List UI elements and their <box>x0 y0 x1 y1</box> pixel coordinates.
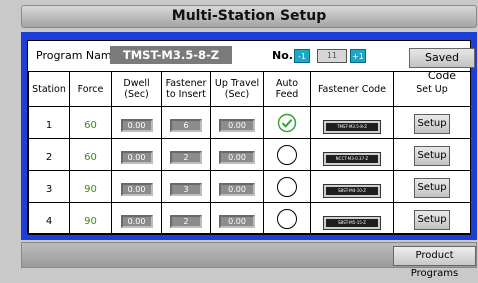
up-travel-field[interactable]: 0.00 <box>219 183 255 196</box>
product-programs-button[interactable]: Product Programs <box>393 246 476 279</box>
program-number-field[interactable]: 11 <box>317 49 347 63</box>
table-row: 2 60 0.00 2 0.00 NCCT-M3-0.37-Z Setup <box>28 138 471 171</box>
fastener-code-field: SBST-M5-15-Z <box>323 215 381 230</box>
col-header-fastener-code: Fastener Code <box>310 71 394 107</box>
table-row: 1 60 0.00 6 0.00 TMST-M3.5-8-Z Setup <box>28 106 471 139</box>
saved-code-button[interactable]: Saved Code <box>409 48 475 82</box>
auto-feed-unchecked-icon[interactable] <box>277 144 297 165</box>
program-name-label: Program Name <box>36 49 119 62</box>
force-value: 60 <box>84 152 97 163</box>
setup-table-container: Program Name TMST-M3.5-8-Z No. -1 11 +1 … <box>27 40 475 235</box>
increment-button[interactable]: +1 <box>350 49 366 63</box>
col-header-auto-feed: Auto Feed <box>263 71 311 107</box>
force-value: 90 <box>84 184 97 195</box>
col-header-set-up: Set Up <box>393 71 471 107</box>
fastener-to-insert-field[interactable]: 6 <box>170 119 202 132</box>
col-header-force: Force <box>69 71 112 107</box>
main-panel: Program Name TMST-M3.5-8-Z No. -1 11 +1 … <box>21 32 477 240</box>
footer-bar: Product Programs <box>21 242 477 279</box>
up-travel-field[interactable]: 0.00 <box>219 215 255 228</box>
fastener-code-field: NCCT-M3-0.37-Z <box>323 151 381 166</box>
col-header-dwell: Dwell (Sec) <box>111 71 162 107</box>
auto-feed-unchecked-icon[interactable] <box>277 176 297 197</box>
decrement-button[interactable]: -1 <box>294 49 310 63</box>
window-title: Multi-Station Setup <box>21 5 477 28</box>
program-number-label: No. <box>272 49 293 62</box>
force-value: 60 <box>84 120 97 131</box>
dwell-field[interactable]: 0.00 <box>120 119 153 132</box>
fastener-to-insert-field[interactable]: 2 <box>170 215 202 228</box>
station-number: 3 <box>45 184 53 195</box>
dwell-field[interactable]: 0.00 <box>120 151 153 164</box>
table-header: Station Force Dwell (Sec) Fastener to In… <box>28 71 471 107</box>
program-name-field[interactable]: TMST-M3.5-8-Z <box>110 46 232 64</box>
col-header-up-travel: Up Travel (Sec) <box>210 71 264 107</box>
dwell-field[interactable]: 0.00 <box>120 183 153 196</box>
fastener-code-field: SBST-M4-10-Z <box>323 183 381 198</box>
col-header-fastener: Fastener to Insert <box>161 71 211 107</box>
fastener-to-insert-field[interactable]: 2 <box>170 151 202 164</box>
setup-button[interactable]: Setup <box>414 114 450 134</box>
table-row: 4 90 0.00 2 0.00 SBST-M5-15-Z Setup <box>28 202 471 235</box>
setup-button[interactable]: Setup <box>414 210 450 230</box>
force-value: 90 <box>84 216 97 227</box>
up-travel-field[interactable]: 0.00 <box>219 151 255 164</box>
up-travel-field[interactable]: 0.00 <box>219 119 255 132</box>
station-number: 2 <box>45 152 53 163</box>
auto-feed-checked-icon[interactable] <box>277 113 297 133</box>
col-header-station: Station <box>28 71 70 107</box>
dwell-field[interactable]: 0.00 <box>120 215 153 228</box>
setup-button[interactable]: Setup <box>414 146 450 166</box>
stations-table: Station Force Dwell (Sec) Fastener to In… <box>28 71 471 235</box>
table-row: 3 90 0.00 3 0.00 SBST-M4-10-Z Setup <box>28 170 471 203</box>
station-number: 4 <box>45 216 53 227</box>
program-row: Program Name TMST-M3.5-8-Z No. -1 11 +1 … <box>28 41 475 82</box>
setup-button[interactable]: Setup <box>414 178 450 198</box>
fastener-to-insert-field[interactable]: 3 <box>170 183 202 196</box>
auto-feed-unchecked-icon[interactable] <box>277 208 297 229</box>
station-number: 1 <box>45 120 53 131</box>
fastener-code-field: TMST-M3.5-8-Z <box>323 119 381 134</box>
